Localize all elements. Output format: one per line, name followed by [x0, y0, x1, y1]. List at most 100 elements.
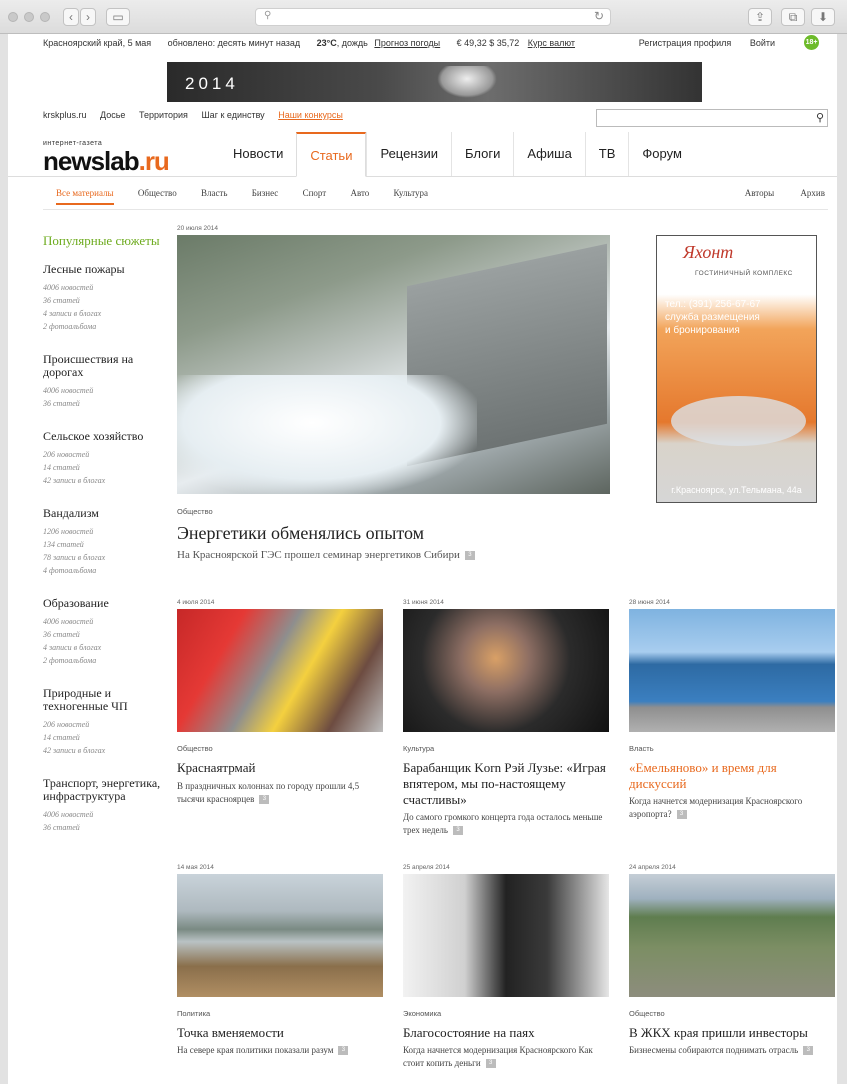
- article-category[interactable]: Общество: [177, 744, 213, 753]
- topic-item[interactable]: Происшествия на дорогах 4006 новостей 36…: [43, 353, 168, 410]
- article-title[interactable]: В ЖКХ края пришли инвесторы: [629, 1025, 835, 1041]
- close-dot[interactable]: [8, 12, 18, 22]
- topic-item[interactable]: Природные и техногенные ЧП 206 новостей …: [43, 687, 168, 757]
- site-search-input[interactable]: ⚲: [596, 109, 828, 127]
- subnav-business[interactable]: Бизнес: [252, 188, 279, 198]
- lead-text: На Красноярской ГЭС прошел семинар энерг…: [177, 549, 460, 561]
- comment-count-icon[interactable]: 3: [338, 1046, 349, 1056]
- article-title[interactable]: Краснаятрмай: [177, 760, 383, 776]
- forward-icon[interactable]: ›: [80, 8, 96, 26]
- topic-meta: 4 фотоальбома: [43, 566, 97, 575]
- topic-item[interactable]: Транспорт, энергетика, инфраструктура 40…: [43, 777, 168, 834]
- topic-meta: 36 статей: [43, 296, 80, 305]
- topic-item[interactable]: Образование 4006 новостей 36 статей 4 за…: [43, 597, 168, 667]
- nav-articles[interactable]: Статьи: [296, 132, 367, 177]
- sidebar-icon[interactable]: ▭: [106, 8, 130, 26]
- drummer-photo[interactable]: [403, 609, 609, 732]
- may-day-photo[interactable]: [177, 609, 383, 732]
- nav-reviews[interactable]: Рецензии: [366, 132, 451, 176]
- lake-photo[interactable]: [177, 874, 383, 997]
- zoom-dot[interactable]: [40, 12, 50, 22]
- article-title[interactable]: «Емельяново» и время для дискуссий: [629, 760, 835, 792]
- town-aerial-photo[interactable]: [629, 874, 835, 997]
- ad-line2: и бронирования: [665, 325, 740, 336]
- topic-item[interactable]: Сельское хозяйство 206 новостей 14 стате…: [43, 430, 168, 487]
- logo-text: newslab.ru: [43, 146, 170, 177]
- topic-title[interactable]: Вандализм: [43, 507, 168, 520]
- article-category[interactable]: Общество: [177, 507, 213, 516]
- back-icon[interactable]: ‹: [63, 8, 79, 26]
- ad-banner[interactable]: 2014: [167, 62, 702, 102]
- weather: 23°C, дождь: [317, 38, 368, 48]
- airport-terminal-photo[interactable]: [629, 609, 835, 732]
- article-title[interactable]: Барабанщик Korn Рэй Лузье: «Играя впятер…: [403, 760, 609, 808]
- article-category[interactable]: Политика: [177, 1009, 210, 1018]
- weather-temp: 23°C: [316, 38, 337, 48]
- nav-afisha[interactable]: Афиша: [513, 132, 584, 176]
- link-contests[interactable]: Наши конкурсы: [278, 110, 343, 120]
- link-territory[interactable]: Территория: [139, 110, 188, 120]
- nav-blogs[interactable]: Блоги: [451, 132, 513, 176]
- article-category[interactable]: Общество: [629, 1009, 665, 1018]
- register-link[interactable]: Регистрация профиля: [639, 38, 732, 48]
- topic-item[interactable]: Вандализм 1206 новостей 134 статей 78 за…: [43, 507, 168, 577]
- comment-count-icon[interactable]: 3: [464, 550, 475, 560]
- account-links: Регистрация профиля Войти: [623, 38, 775, 48]
- hydro-dam-photo[interactable]: [177, 235, 610, 494]
- forecast-link[interactable]: Прогноз погоды: [374, 38, 440, 48]
- address-bar[interactable]: ⚲ ↻: [255, 8, 611, 26]
- subnav-sport[interactable]: Спорт: [303, 188, 327, 198]
- water-spray: [177, 375, 477, 494]
- rates-link[interactable]: Курс валют: [528, 38, 575, 48]
- article-date: 28 июня 2014: [629, 599, 670, 606]
- comment-count-icon[interactable]: 3: [485, 1059, 496, 1069]
- sub-nav: Все материалы Общество Власть Бизнес Спо…: [56, 188, 450, 205]
- article-category[interactable]: Экономика: [403, 1009, 441, 1018]
- subnav-power[interactable]: Власть: [201, 188, 228, 198]
- reload-icon[interactable]: ↻: [594, 9, 604, 23]
- article-category[interactable]: Культура: [403, 744, 434, 753]
- topic-title[interactable]: Сельское хозяйство: [43, 430, 168, 443]
- comment-count-icon[interactable]: 3: [453, 826, 464, 836]
- nav-tv[interactable]: ТВ: [584, 132, 629, 176]
- comment-count-icon[interactable]: 3: [676, 810, 687, 820]
- article-lead: На севере края политики показали разум 3: [177, 1044, 383, 1057]
- article-category[interactable]: Власть: [629, 744, 654, 753]
- article-lead: Когда начнется модернизация Красноярског…: [629, 795, 835, 821]
- link-dossier[interactable]: Досье: [100, 110, 125, 120]
- article-title[interactable]: Точка вменяемости: [177, 1025, 383, 1041]
- nav-forum[interactable]: Форум: [628, 132, 695, 176]
- top-bar: Красноярский край, 5 мая обновлено: деся…: [43, 38, 589, 48]
- site-logo[interactable]: интернет-газета newslab.ru: [43, 140, 193, 177]
- comment-count-icon[interactable]: 3: [259, 795, 270, 805]
- topic-title[interactable]: Транспорт, энергетика, инфраструктура: [43, 777, 168, 803]
- subnav-authors[interactable]: Авторы: [745, 188, 774, 198]
- subnav-society[interactable]: Общество: [138, 188, 177, 198]
- topic-title[interactable]: Природные и техногенные ЧП: [43, 687, 168, 713]
- search-icon[interactable]: ⚲: [816, 111, 824, 124]
- article-lead: Бизнесмены собираются поднимать отрасль 3: [629, 1044, 835, 1057]
- tabs-icon[interactable]: ⧉: [781, 8, 805, 26]
- subnav-culture[interactable]: Культура: [394, 188, 429, 198]
- topic-title[interactable]: Образование: [43, 597, 168, 610]
- hotel-ad[interactable]: Яхонт ГОСТИНИЧНЫЙ КОМПЛЕКС тел.: (391) 2…: [656, 235, 817, 503]
- minimize-dot[interactable]: [24, 12, 34, 22]
- comment-count-icon[interactable]: 3: [803, 1046, 814, 1056]
- main-article-title[interactable]: Энергетики обменялись опытом: [177, 523, 424, 543]
- growth-chart-photo[interactable]: [403, 874, 609, 997]
- login-link[interactable]: Войти: [750, 38, 775, 48]
- share-icon[interactable]: ⇪: [748, 8, 772, 26]
- subnav-all[interactable]: Все материалы: [56, 188, 114, 205]
- article-title[interactable]: Благосостояние на паях: [403, 1025, 609, 1041]
- topic-item[interactable]: Лесные пожары 4006 новостей 36 статей 4 …: [43, 263, 168, 333]
- link-unity[interactable]: Шаг к единству: [201, 110, 264, 120]
- link-krskplus[interactable]: krskplus.ru: [43, 110, 87, 120]
- nav-news[interactable]: Новости: [220, 132, 296, 176]
- topic-title[interactable]: Происшествия на дорогах: [43, 353, 168, 379]
- subnav-archive[interactable]: Архив: [800, 188, 825, 198]
- topic-title[interactable]: Лесные пожары: [43, 263, 168, 276]
- topic-meta: 1206 новостей: [43, 527, 94, 536]
- lead-text: Когда начнется модернизация Красноярског…: [403, 1045, 593, 1068]
- download-icon[interactable]: ⬇: [811, 8, 835, 26]
- subnav-auto[interactable]: Авто: [350, 188, 369, 198]
